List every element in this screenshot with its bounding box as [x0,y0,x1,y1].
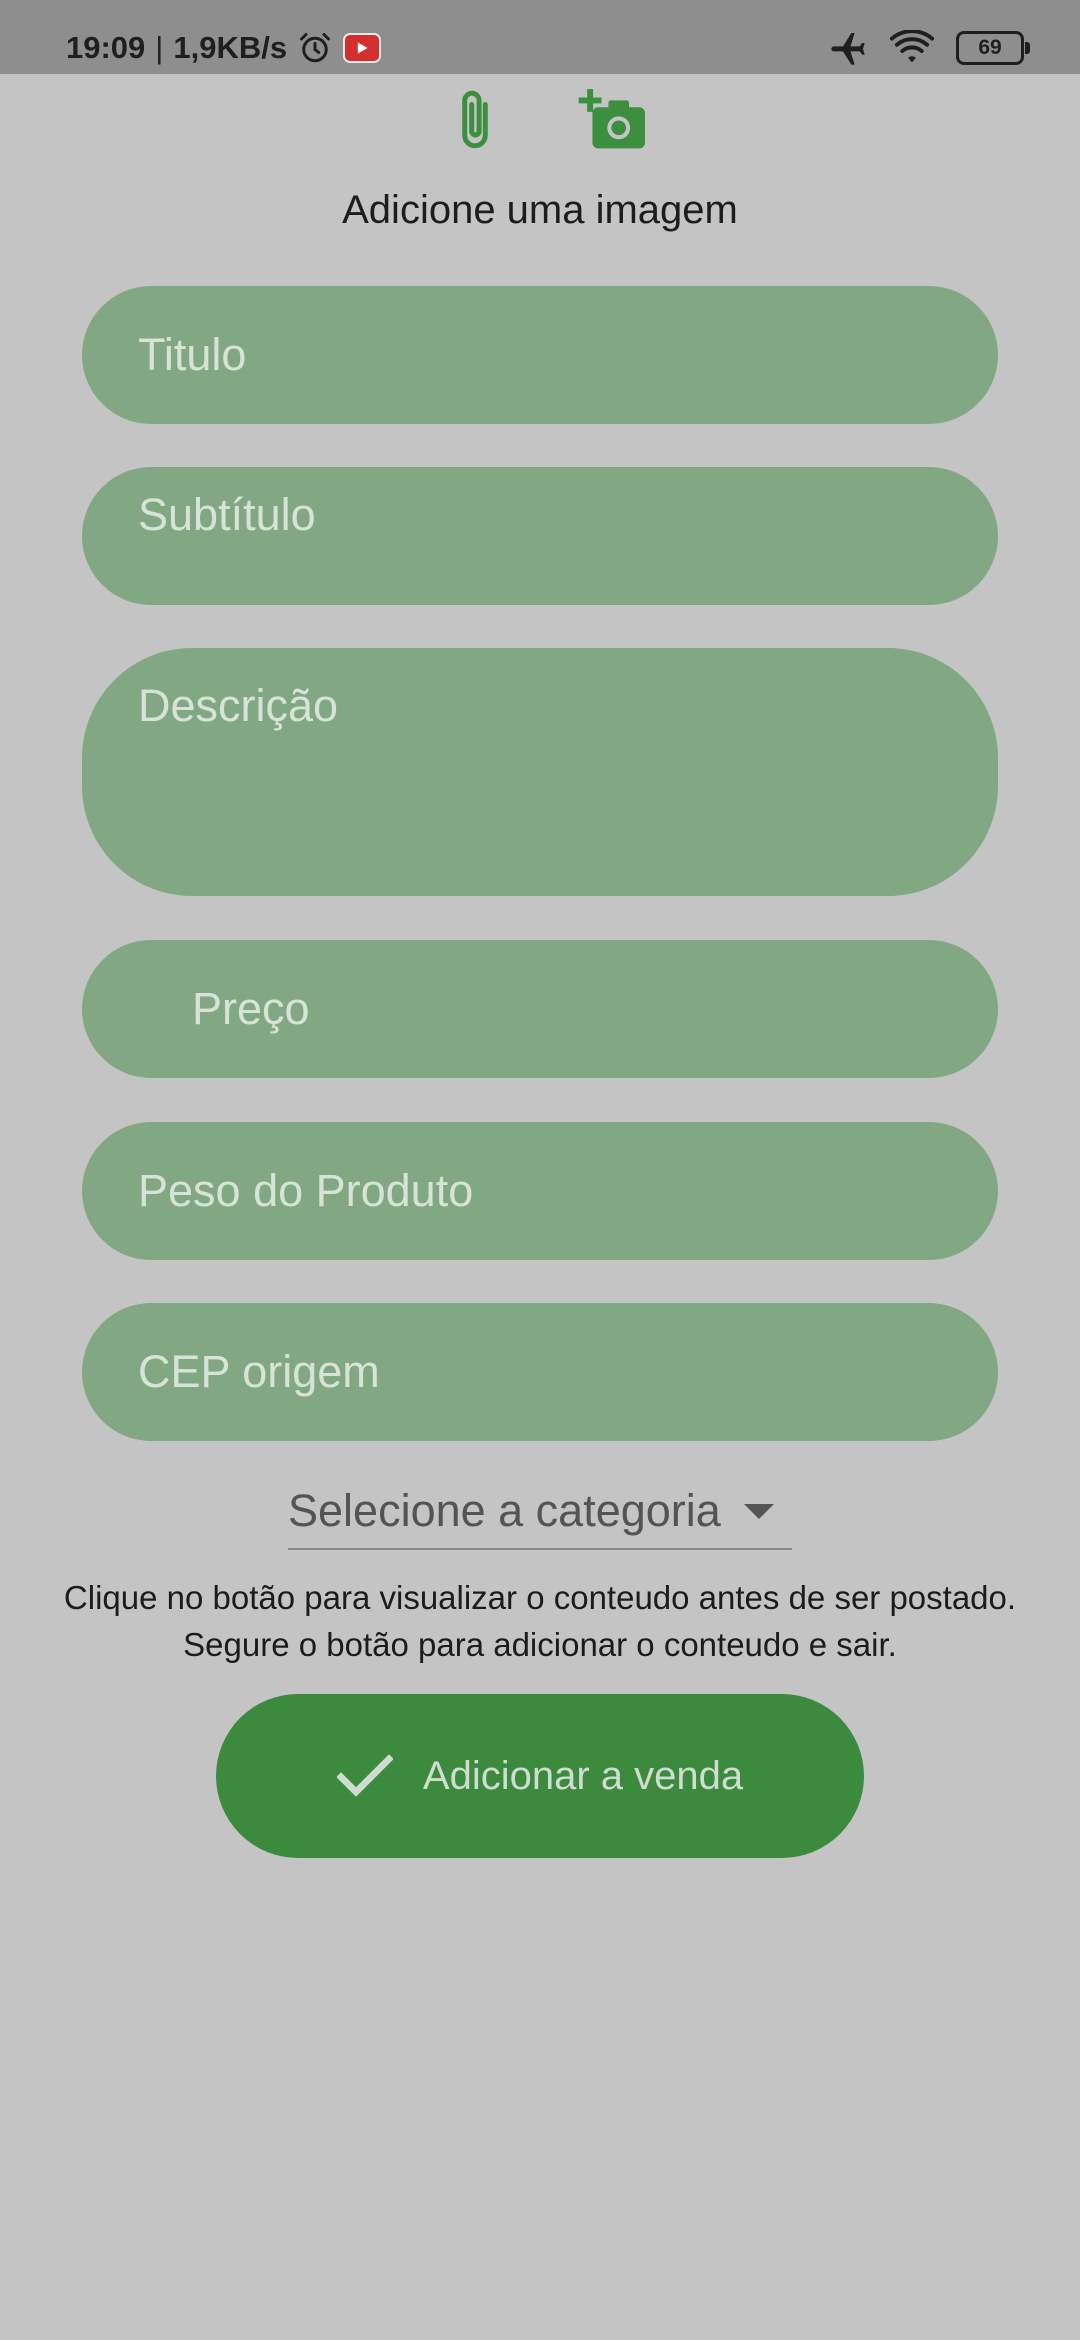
cep-input[interactable]: CEP origem [82,1303,998,1441]
battery-icon: 69 [956,31,1030,65]
status-left: 19:09 | 1,9KB/s [66,0,382,96]
title-input[interactable]: Titulo [82,286,998,424]
price-placeholder: Preço [192,983,310,1034]
status-network-speed: 1,9KB/s [173,30,288,65]
status-time: 19:09 [66,30,146,65]
cep-placeholder: CEP origem [138,1346,380,1397]
add-to-sale-button[interactable]: Adicionar a venda [216,1694,864,1858]
weight-placeholder: Peso do Produto [138,1165,474,1216]
category-select[interactable]: Selecione a categoria [288,1474,792,1550]
screen: 19:09 | 1,9KB/s 69 Adicione uma imagem T… [0,0,1080,2340]
hint-line-1: Clique no botão para visualizar o conteu… [63,1579,1017,1616]
alarm-icon [297,30,333,66]
title-placeholder: Titulo [138,329,247,380]
subtitle-input[interactable]: Subtítulo [82,467,998,605]
hint-text: Clique no botão para visualizar o conteu… [0,1574,1080,1668]
status-bar: 19:09 | 1,9KB/s 69 [0,0,1080,74]
wifi-icon [890,30,934,66]
attachment-actions [450,86,648,156]
dropdown-arrow-icon [744,1503,774,1519]
add-photo-icon[interactable] [578,89,648,153]
add-to-sale-label: Adicionar a venda [422,1753,744,1798]
youtube-icon [343,33,382,63]
price-input[interactable]: Preço [82,940,998,1078]
hint-line-2: Segure o botão para adicionar o conteudo… [183,1626,897,1663]
paperclip-icon[interactable] [450,86,500,156]
check-icon [336,1753,393,1799]
description-placeholder: Descrição [138,680,339,731]
status-separator: | [155,30,164,65]
category-selected-value: Selecione a categoria [288,1485,721,1536]
weight-input[interactable]: Peso do Produto [82,1122,998,1260]
subtitle-placeholder: Subtítulo [138,489,316,540]
status-right: 69 [828,0,1030,96]
add-image-label: Adicione uma imagem [342,188,738,232]
airplane-icon [828,28,868,68]
description-input[interactable]: Descrição [82,648,998,896]
